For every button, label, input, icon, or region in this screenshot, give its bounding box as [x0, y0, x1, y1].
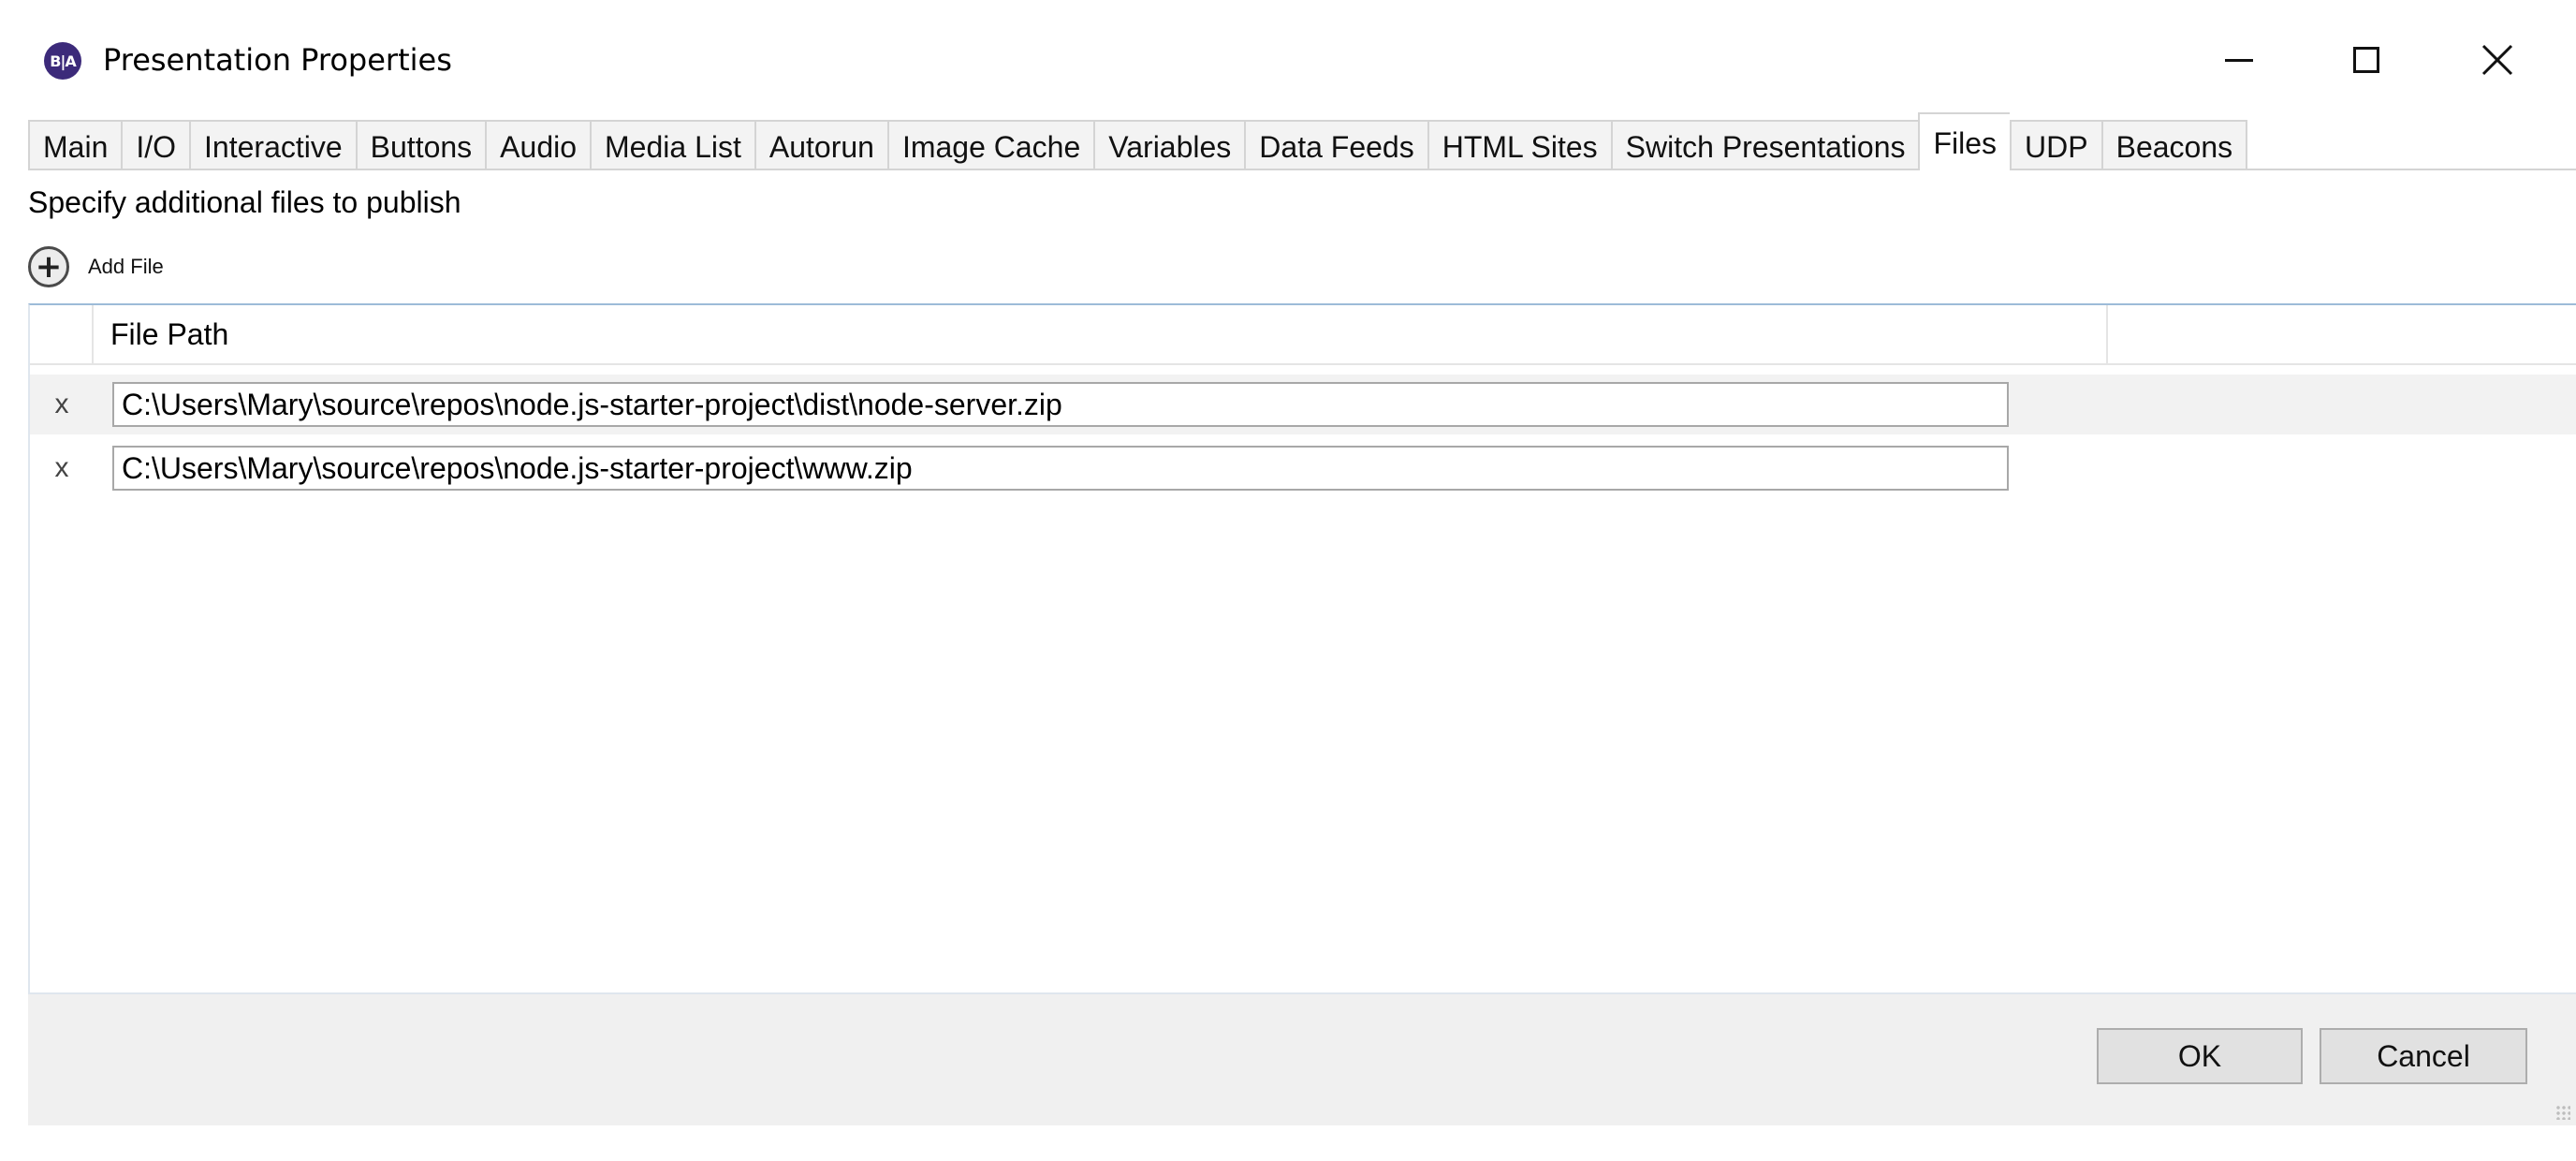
tab-files[interactable]: Files [1918, 112, 2011, 170]
maximize-button[interactable] [2321, 28, 2411, 92]
table-row[interactable]: x C:\Users\Mary\source\repos\node.js-sta… [30, 375, 2576, 434]
tab-switch-presentations[interactable]: Switch Presentations [1610, 120, 1919, 170]
ok-button[interactable]: OK [2097, 1028, 2303, 1084]
tab-buttons[interactable]: Buttons [355, 120, 486, 170]
column-header-file-path[interactable]: File Path [94, 305, 2108, 363]
minimize-button[interactable] [2194, 28, 2284, 92]
presentation-properties-dialog: B|A Presentation Properties Main I/O Int… [0, 0, 2576, 1161]
close-icon [2481, 44, 2513, 76]
tab-autorun[interactable]: Autorun [754, 120, 887, 170]
tab-udp[interactable]: UDP [2010, 120, 2101, 170]
dialog-footer: OK Cancel [28, 994, 2576, 1125]
title-bar: B|A Presentation Properties [0, 0, 2576, 116]
maximize-icon [2353, 47, 2379, 73]
plus-icon: + [28, 246, 69, 287]
grid-header: File Path [30, 305, 2576, 365]
file-path-field[interactable]: C:\Users\Mary\source\repos\node.js-start… [112, 446, 2009, 491]
close-button[interactable] [2452, 28, 2542, 92]
tab-data-feeds[interactable]: Data Feeds [1244, 120, 1427, 170]
remove-file-button[interactable]: x [30, 438, 94, 498]
files-grid: File Path x C:\Users\Mary\source\repos\n… [28, 303, 2576, 994]
add-file-button[interactable]: + Add File [28, 242, 164, 292]
tab-beacons[interactable]: Beacons [2100, 120, 2248, 170]
tab-audio[interactable]: Audio [485, 120, 591, 170]
app-icon: B|A [44, 42, 81, 80]
tab-io[interactable]: I/O [121, 120, 190, 170]
tab-variables[interactable]: Variables [1093, 120, 1245, 170]
remove-file-button[interactable]: x [30, 375, 94, 434]
resize-grip-icon[interactable] [2555, 1105, 2570, 1120]
tab-image-cache[interactable]: Image Cache [886, 120, 1094, 170]
tab-html-sites[interactable]: HTML Sites [1427, 120, 1611, 170]
tab-strip: Main I/O Interactive Buttons Audio Media… [28, 112, 2248, 170]
cancel-button[interactable]: Cancel [2320, 1028, 2527, 1084]
tab-main[interactable]: Main [28, 120, 122, 170]
add-file-label: Add File [88, 255, 164, 278]
window-title: Presentation Properties [103, 42, 452, 78]
table-row[interactable]: x C:\Users\Mary\source\repos\node.js-sta… [30, 438, 2576, 498]
tab-interactive[interactable]: Interactive [189, 120, 356, 170]
file-path-field[interactable]: C:\Users\Mary\source\repos\node.js-start… [112, 382, 2009, 427]
minimize-icon [2225, 58, 2253, 62]
row-selector-header [30, 305, 94, 363]
files-instructions: Specify additional files to publish [28, 185, 461, 219]
tab-media-list[interactable]: Media List [590, 120, 754, 170]
